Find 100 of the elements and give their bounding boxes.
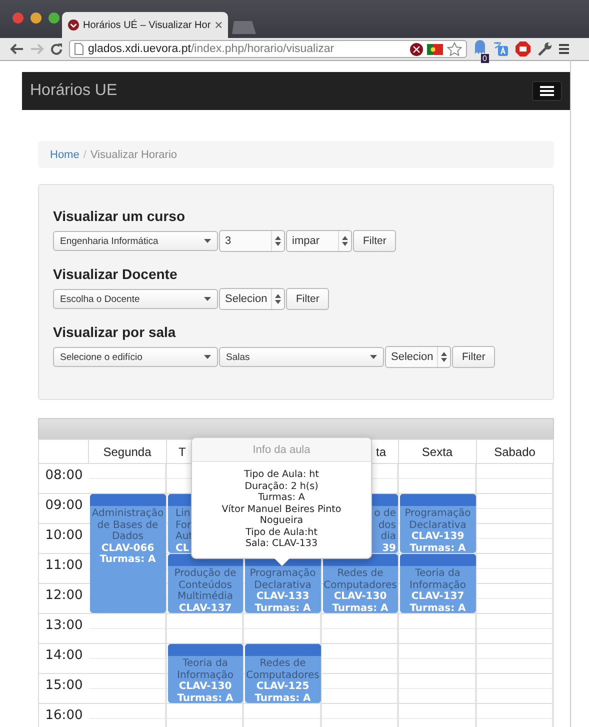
class-title: de Bases de xyxy=(96,520,160,531)
menu-toggle-button[interactable] xyxy=(532,81,562,101)
browser-tab[interactable]: Horários UÉ – Visualizar Hor xyxy=(62,12,228,38)
breadcrumb-separator: / xyxy=(83,148,86,160)
filter-button[interactable]: Filter xyxy=(353,230,396,252)
back-icon[interactable] xyxy=(10,43,24,55)
close-icon[interactable] xyxy=(214,21,222,29)
class-title: Teoria da xyxy=(414,568,462,580)
class-title: Aut xyxy=(176,531,194,542)
room-code: CLAV-139 xyxy=(410,531,466,542)
caret-icon xyxy=(370,355,377,359)
class-group: Turmas: A xyxy=(401,602,474,613)
class-group: Turmas: A xyxy=(168,692,242,703)
time-label: 09:00 xyxy=(39,494,89,524)
dropdown[interactable]: Selecione o edifício xyxy=(53,347,218,367)
room-code: CLAV-066 xyxy=(100,542,156,554)
breadcrumb-link[interactable]: Home xyxy=(50,148,80,160)
room-code: CL xyxy=(176,542,190,553)
class-title: Informação xyxy=(408,580,467,591)
class-title: Declarativa xyxy=(408,520,468,531)
address-bar[interactable]: glados.xdi.uevora.pt/index.php/horario/visualizar xyxy=(69,40,467,58)
class-title: Redes de xyxy=(336,568,384,580)
url-text: glados.xdi.uevora.pt/index.php/horario/visualizar xyxy=(88,43,336,55)
page-icon xyxy=(74,43,84,55)
class-title: dia xyxy=(380,531,396,542)
room-code: CLAV-130 xyxy=(178,681,233,692)
stepper-icon xyxy=(275,294,281,304)
reload-icon[interactable] xyxy=(50,42,63,56)
class-title: Computadores xyxy=(324,580,397,591)
room-code: 39 xyxy=(381,542,396,553)
extension-badge: 0 xyxy=(480,54,489,62)
class-title: dos xyxy=(377,520,396,531)
popover-line: Tipo de Aula: ht xyxy=(243,469,320,480)
popover-line: Sala: CLAV-133 xyxy=(244,538,319,550)
dropdown[interactable]: Salas xyxy=(219,347,384,367)
site-logo-icon xyxy=(68,19,80,31)
filter-button[interactable]: Filter xyxy=(286,288,330,310)
star-icon[interactable] xyxy=(447,42,462,56)
section-heading: Visualizar por sala xyxy=(53,323,177,341)
time-label: 08:00 xyxy=(39,464,89,494)
blocked-icon[interactable] xyxy=(410,42,423,56)
window-control-icon[interactable] xyxy=(48,12,60,24)
popover-line: Turmas: A xyxy=(257,492,306,504)
time-label: 13:00 xyxy=(39,614,89,644)
ghost-icon[interactable] xyxy=(473,38,487,54)
popover-line: Vítor Manuel Beires Pinto Nogueira xyxy=(220,504,342,526)
window-control-icon[interactable] xyxy=(30,12,42,24)
menu-icon[interactable] xyxy=(559,42,569,56)
brand-title[interactable]: Horários UE xyxy=(30,82,118,100)
dropdown[interactable]: Escolha o Docente xyxy=(53,289,218,309)
number-select[interactable]: 3 xyxy=(219,230,285,252)
room-code: CLAV-137 xyxy=(410,591,466,602)
window-control-icon[interactable] xyxy=(12,12,24,24)
day-header: Sexta xyxy=(399,439,476,464)
class-title: Informação xyxy=(176,670,234,681)
flag-icon[interactable] xyxy=(427,44,443,54)
class-group: Turmas: A xyxy=(401,542,474,553)
number-select[interactable]: Selecion xyxy=(385,346,451,368)
class-title: Programação xyxy=(404,508,472,520)
stop-icon[interactable] xyxy=(515,41,531,57)
popover-line: Tipo de Aula:ht xyxy=(244,526,318,538)
day-header: Sabado xyxy=(476,439,554,464)
room-code: CLAV-130 xyxy=(332,591,388,602)
class-title: Administração xyxy=(91,508,164,520)
class-title: Declarativa xyxy=(253,580,312,591)
time-label: 14:00 xyxy=(39,644,89,674)
time-label: 16:00 xyxy=(39,704,89,727)
wrench-icon[interactable] xyxy=(537,41,553,57)
class-title: Produção de xyxy=(173,568,238,580)
room-code: CLAV-125 xyxy=(255,681,310,692)
number-select[interactable]: Selecion xyxy=(219,288,285,310)
menu-icon xyxy=(540,86,554,96)
class-title: Conteúdos xyxy=(177,580,234,591)
class-group: Turmas: A xyxy=(324,602,397,613)
time-label: 10:00 xyxy=(39,524,89,554)
caret-icon xyxy=(204,297,211,301)
time-label: 12:00 xyxy=(39,584,89,614)
section-heading: Visualizar Docente xyxy=(53,265,178,283)
class-group: Turmas: A xyxy=(246,692,320,703)
class-title: Programação xyxy=(248,568,317,580)
stepper-icon xyxy=(441,352,447,362)
popover-line: Duração: 2 h(s) xyxy=(244,480,320,492)
tab-title: Horários UÉ – Visualizar Hor xyxy=(83,20,211,30)
stepper-icon xyxy=(342,236,348,246)
caret-icon xyxy=(204,355,211,359)
caret-icon xyxy=(204,239,211,243)
class-title: Multimédia xyxy=(176,591,234,602)
breadcrumb-current: Visualizar Horario xyxy=(90,148,178,160)
number-select[interactable]: impar xyxy=(286,230,352,252)
time-label: 15:00 xyxy=(39,674,89,704)
popover-title: Info da aula xyxy=(192,438,371,462)
class-title: Computadores xyxy=(246,670,320,681)
dropdown[interactable]: Engenharia Informática xyxy=(53,231,218,251)
class-group: Turmas: A xyxy=(246,602,320,613)
stepper-icon xyxy=(275,236,281,246)
filter-button[interactable]: Filter xyxy=(452,346,496,368)
day-header: Segunda xyxy=(89,439,166,464)
translate-icon[interactable] xyxy=(493,41,509,57)
class-title: Dados xyxy=(110,531,144,542)
room-code: CLAV-133 xyxy=(255,591,310,602)
